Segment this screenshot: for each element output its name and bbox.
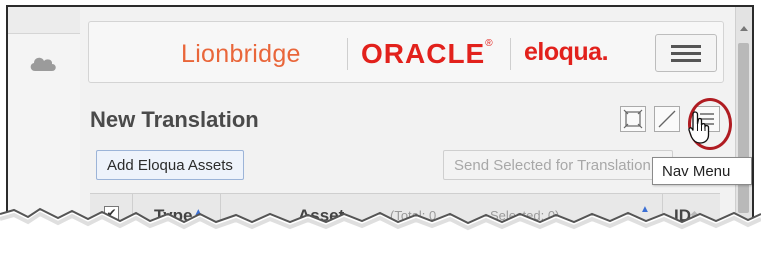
torn-edge-overlay: [0, 207, 761, 254]
